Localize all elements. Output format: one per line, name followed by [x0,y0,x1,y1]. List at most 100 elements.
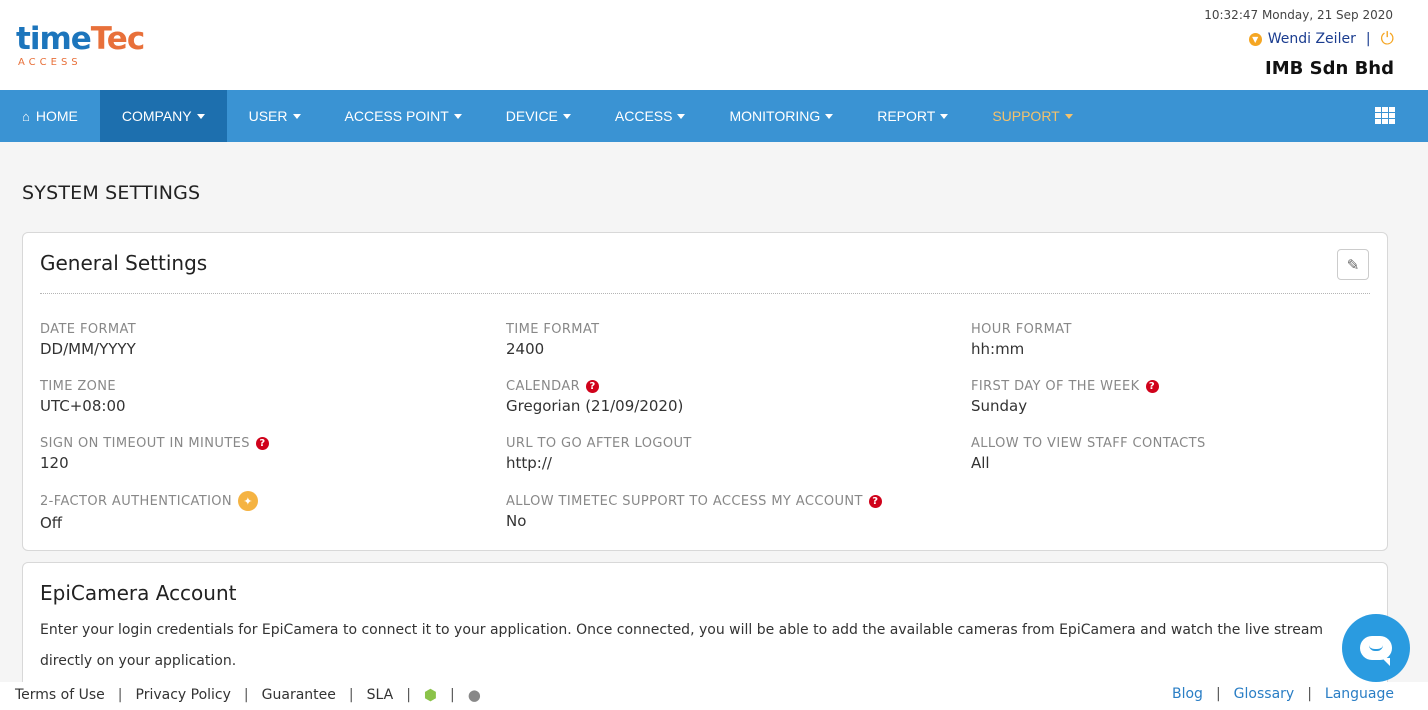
calendar-field: CALENDAR? Gregorian (21/09/2020) [506,379,683,415]
nav-company[interactable]: COMPANY [99,90,227,142]
footer-separator: | [1215,686,1221,702]
field-label: TIME ZONE [40,379,126,394]
guarantee-link[interactable]: Guarantee [262,687,336,703]
field-label: URL TO GO AFTER LOGOUT [506,436,692,451]
general-settings-card: General Settings ✎ DATE FORMAT DD/MM/YYY… [22,232,1388,551]
first-day-field: FIRST DAY OF THE WEEK? Sunday [971,379,1159,415]
footer-separator: | [450,687,455,703]
nav-access-point[interactable]: ACCESS POINT [323,90,484,142]
pencil-icon: ✎ [1346,255,1360,274]
time-format-field: TIME FORMAT 2400 [506,322,600,358]
footer-right-links: Blog | Glossary | Language [1172,686,1394,702]
nav-support[interactable]: SUPPORT [970,90,1094,142]
blog-link[interactable]: Blog [1172,686,1203,702]
support-access-label: ALLOW TIMETEC SUPPORT TO ACCESS MY ACCOU… [506,494,863,509]
nav-user-label: USER [248,108,288,124]
calendar-value: Gregorian (21/09/2020) [506,397,684,415]
field-label: 2-FACTOR AUTHENTICATION ✦ [40,491,259,511]
nav-company-label: COMPANY [121,108,192,124]
time-zone-field: TIME ZONE UTC+08:00 [40,379,126,415]
footer-separator: | [406,687,411,703]
page-title: SYSTEM SETTINGS [22,182,201,204]
nav-support-label: SUPPORT [992,108,1060,124]
nav-report[interactable]: REPORT [855,90,970,142]
staff-contacts-value: All [971,454,990,472]
epicamera-card: EpiCamera Account Enter your login crede… [22,562,1388,702]
nav-monitoring[interactable]: MONITORING [707,90,855,142]
footer: Terms of Use | Privacy Policy | Guarante… [0,682,1428,710]
main-nav: ⌂ HOME COMPANY USER ACCESS POINT DEVICE A… [0,90,1428,142]
nav-home[interactable]: ⌂ HOME [0,90,100,142]
datetime-display: 10:32:47 Monday, 21 Sep 2020 [1204,8,1393,22]
user-separator: | [1365,31,1371,47]
help-icon[interactable]: ? [1145,380,1159,393]
sign-on-timeout-value: 120 [40,454,69,472]
nav-access-label: ACCESS [614,108,673,124]
time-zone-label: TIME ZONE [40,379,117,394]
chat-bubble-icon [1360,636,1392,666]
home-icon: ⌂ [22,108,30,124]
support-access-value: No [506,512,527,530]
date-format-label: DATE FORMAT [40,322,137,337]
help-icon[interactable]: ? [255,437,269,450]
time-format-label: TIME FORMAT [506,322,600,337]
chat-launcher-button[interactable] [1342,614,1410,682]
field-label: FIRST DAY OF THE WEEK? [971,379,1159,394]
user-dropdown-icon[interactable]: ▼ [1248,32,1262,46]
nav-access[interactable]: ACCESS [593,90,708,142]
divider [40,293,1370,294]
nav-home-label: HOME [35,108,78,124]
android-icon[interactable]: ⬢ [424,686,437,704]
sla-link[interactable]: SLA [367,687,394,703]
date-format-value: DD/MM/YYYY [40,340,136,358]
caret-down-icon [562,113,571,119]
two-factor-value: Off [40,514,63,532]
power-logout-icon[interactable]: ⏻ [1381,31,1394,48]
caret-down-icon [453,113,462,119]
sign-on-timeout-label: SIGN ON TIMEOUT IN MINUTES [40,436,250,451]
footer-separator: | [348,687,354,703]
time-zone-value: UTC+08:00 [40,397,126,415]
hour-format-label: HOUR FORMAT [971,322,1072,337]
footer-separator: | [1307,686,1312,702]
logo-text-a: time [16,21,92,57]
general-settings-title: General Settings [40,251,208,275]
nav-user[interactable]: USER [227,90,323,142]
terms-of-use-link[interactable]: Terms of Use [15,687,105,703]
nav-device[interactable]: DEVICE [484,90,593,142]
help-icon[interactable]: ? [586,380,600,393]
nav-device-label: DEVICE [505,108,558,124]
time-format-value: 2400 [506,340,545,358]
footer-separator: | [243,687,249,703]
timetec-logo[interactable]: timeTec ACCESS [16,22,146,72]
logout-url-value: http:// [506,454,552,472]
company-name: IMB Sdn Bhd [1265,58,1394,79]
epicamera-title: EpiCamera Account [40,581,237,605]
caret-down-icon [825,113,834,119]
nav-report-label: REPORT [877,108,936,124]
field-label: ALLOW TO VIEW STAFF CONTACTS [971,436,1206,451]
language-link[interactable]: Language [1325,686,1394,702]
glossary-link[interactable]: Glossary [1234,686,1295,702]
privacy-policy-link[interactable]: Privacy Policy [136,687,231,703]
apple-icon[interactable]: ● [468,686,481,704]
header: timeTec ACCESS 10:32:47 Monday, 21 Sep 2… [0,0,1428,90]
caret-down-icon [677,113,686,119]
caret-down-icon [1064,113,1073,119]
calendar-label: CALENDAR [506,379,581,394]
footer-separator: | [117,687,123,703]
caret-down-icon [292,113,301,119]
lightbulb-icon[interactable]: ✦ [238,491,259,511]
hour-format-value: hh:mm [971,340,1025,358]
two-factor-field: 2-FACTOR AUTHENTICATION ✦ Off [40,491,259,532]
edit-button[interactable]: ✎ [1337,249,1369,280]
first-day-label: FIRST DAY OF THE WEEK [971,379,1140,394]
app-grid-icon[interactable] [1375,107,1395,124]
logo-text-b: Tec [90,21,145,57]
nav-access-point-label: ACCESS POINT [344,108,449,124]
field-label: DATE FORMAT [40,322,136,337]
sign-on-timeout-field: SIGN ON TIMEOUT IN MINUTES? 120 [40,436,269,472]
caret-down-icon [196,113,205,119]
help-icon[interactable]: ? [868,495,882,508]
user-name-link[interactable]: Wendi Zeiler [1268,31,1356,47]
